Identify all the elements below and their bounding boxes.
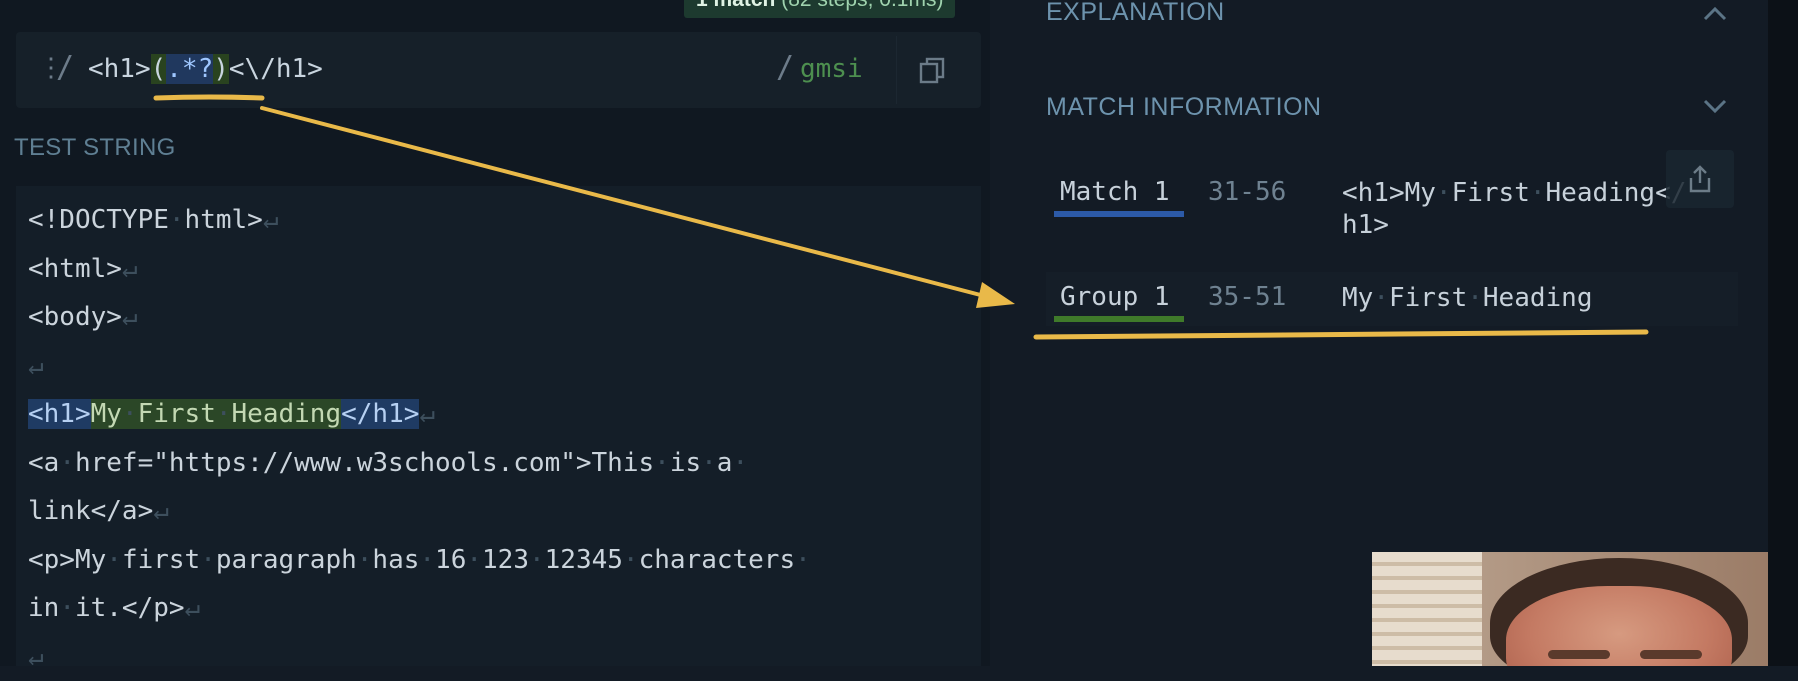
regex-editor-panel: 1 match (82 steps, 0.1ms) ⋮ / <h1>(.*?)<… (0, 0, 990, 672)
group-info-row[interactable]: Group 1 35-51 My·First·Heading (1046, 272, 1738, 326)
whitespace-marker: · (701, 447, 717, 478)
whitespace-marker: · (59, 447, 75, 478)
whitespace-marker: · (168, 205, 185, 235)
test-string-label: TEST STRING (14, 134, 176, 161)
chevron-up-icon[interactable] (1702, 4, 1728, 24)
group-label: Group 1 (1060, 282, 1170, 312)
match-underline (1054, 211, 1184, 217)
regex-quantifier: .*? (166, 54, 214, 84)
newline-marker: ↵ (28, 350, 44, 381)
match-info-row[interactable]: Match 1 31-56 <h1>My·First·Heading</ h1> (1046, 155, 1738, 247)
code-line: <p>My·first·paragraph·has·16·123·12345·c… (28, 544, 811, 575)
match-value-line2: h1> (1342, 210, 1389, 240)
test-string-content[interactable]: <!DOCTYPE·html>↵ <html>↵ <body>↵ ↵ <h1>M… (28, 196, 968, 681)
code-line: <!DOCTYPE·html> (28, 205, 263, 235)
code-line: <html> (28, 253, 122, 284)
match-count-badge: 1 match (82 steps, 0.1ms) (684, 0, 956, 18)
whitespace-marker: · (121, 399, 138, 429)
group-value: My·First·Heading (1342, 283, 1593, 313)
whitespace-marker: · (106, 544, 122, 575)
whitespace-marker: · (1373, 283, 1389, 313)
whitespace-marker: · (732, 447, 749, 478)
whitespace-marker: · (654, 447, 670, 478)
code-line: <body> (28, 302, 122, 332)
regex-group-close: ) (213, 54, 229, 84)
regex-flags[interactable]: gmsi (800, 54, 863, 84)
newline-marker: ↵ (184, 593, 201, 623)
copy-icon (919, 57, 945, 84)
presenter-brow-left (1548, 650, 1610, 659)
match-count: 1 match (696, 0, 775, 11)
match-label: Match 1 (1060, 177, 1170, 207)
whitespace-marker: · (528, 544, 545, 575)
full-match-open-tag: <h1> (28, 399, 91, 429)
regex-open-tag: <h1> (88, 54, 151, 84)
export-button[interactable] (1666, 150, 1734, 208)
newline-marker: ↵ (262, 205, 279, 235)
regex-flag-delimiter: / (776, 50, 795, 85)
window-blind (1372, 552, 1482, 666)
match-detail: (82 steps, 0.1ms) (781, 0, 943, 11)
match-value: <h1>My·First·Heading</ h1> (1342, 177, 1686, 241)
whitespace-marker: · (215, 399, 232, 429)
whitespace-marker: · (1435, 178, 1452, 208)
presenter-brow-right (1640, 650, 1702, 659)
export-icon (1689, 165, 1711, 193)
whitespace-marker: · (1529, 178, 1546, 208)
group-match-text: My·First·Heading (90, 399, 342, 429)
window-edge (1768, 0, 1798, 666)
whitespace-marker: · (419, 544, 436, 575)
match-information-header[interactable]: MATCH INFORMATION (1046, 93, 1322, 122)
regex-expression[interactable]: <h1>(.*?)<\/h1> (88, 54, 323, 84)
whitespace-marker: · (59, 593, 75, 623)
group-range: 35-51 (1208, 282, 1287, 312)
webcam-overlay (1372, 552, 1768, 666)
regex-close-tag: <\/h1> (228, 54, 323, 84)
copy-regex-button[interactable] (896, 36, 967, 104)
newline-marker: ↵ (28, 641, 44, 672)
newline-marker: ↵ (153, 496, 169, 526)
code-line: <a·href="https://www.w3schools.com">This… (28, 447, 749, 478)
code-line: in·it.</p> (28, 593, 185, 623)
code-line: link</a> (28, 496, 154, 526)
chevron-down-icon[interactable] (1702, 96, 1728, 116)
full-match-close-tag: </h1> (341, 399, 420, 429)
newline-marker: ↵ (121, 253, 138, 284)
whitespace-marker: · (1467, 283, 1483, 313)
whitespace-marker: · (356, 544, 373, 575)
match-range: 31-56 (1208, 177, 1287, 207)
newline-marker: ↵ (419, 399, 436, 429)
regex-group-open: ( (150, 54, 167, 84)
test-string-editor[interactable]: <!DOCTYPE·html>↵ <html>↵ <body>↵ ↵ <h1>M… (16, 186, 981, 672)
whitespace-marker: · (200, 544, 216, 575)
explanation-header[interactable]: EXPLANATION (1046, 0, 1225, 27)
whitespace-marker: · (466, 544, 483, 575)
match-value-line1: <h1>My·First·Heading</ (1342, 178, 1687, 208)
group-underline (1054, 316, 1184, 322)
newline-marker: ↵ (121, 302, 138, 332)
whitespace-marker: · (795, 544, 811, 575)
regex-open-delimiter: / (56, 50, 75, 85)
regex-input-bar[interactable]: ⋮ / <h1>(.*?)<\/h1> / gmsi (16, 32, 981, 108)
whitespace-marker: · (622, 544, 639, 575)
